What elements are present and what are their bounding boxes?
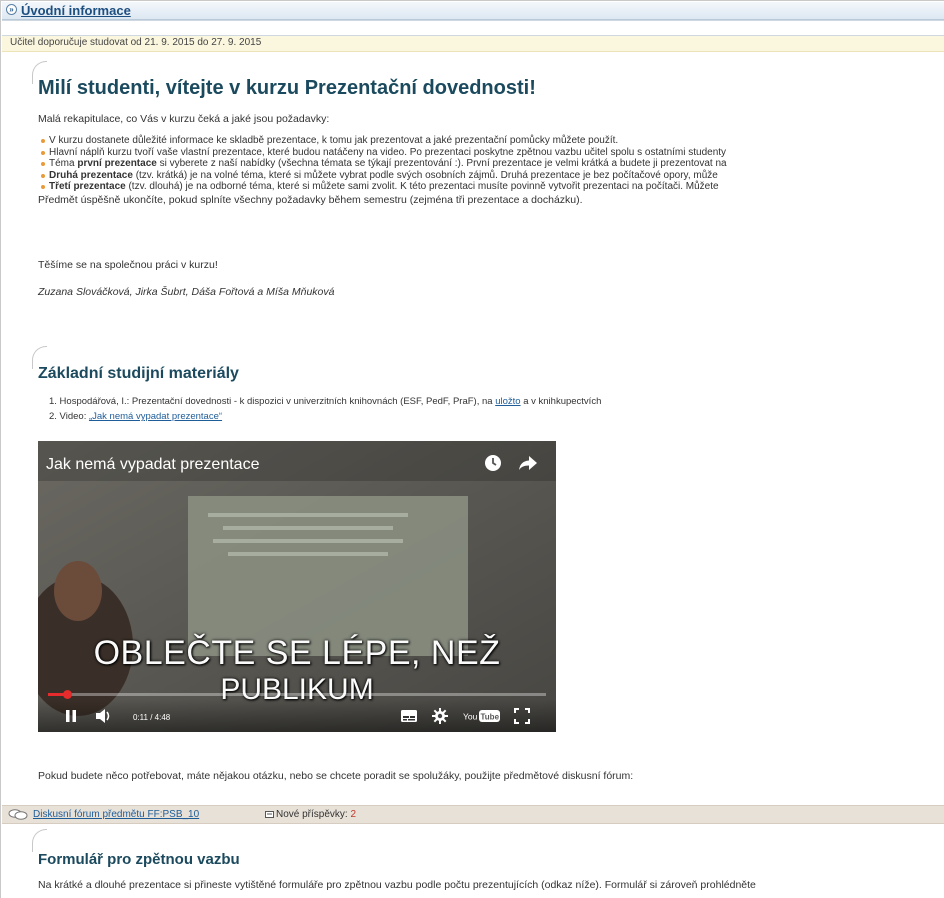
video-time: 0:11 / 4:48 <box>133 713 171 722</box>
signature-text: Zuzana Slováčková, Jirka Šubrt, Dáša Foř… <box>38 286 335 298</box>
youtube-logo[interactable]: You Tube <box>463 708 501 724</box>
new-posts-label: Nové příspěvky: 2 <box>276 809 357 820</box>
svg-text:Tube: Tube <box>481 712 500 721</box>
list-item: 2. Video: „Jak nemá vypadat prezentace“ <box>49 411 223 422</box>
forum-intro-text: Pokud budete něco potřebovat, máte nějak… <box>38 770 634 782</box>
video-caption-line1: OBLEČTE SE LÉPE, NEŽ <box>93 634 501 672</box>
video-player[interactable]: Jak nemá vypadat prezentace OBLEČTE SE L… <box>38 441 556 732</box>
list-item: 1. Hospodářová, I.: Prezentační dovednos… <box>49 396 602 407</box>
section-title-link[interactable]: Úvodní informace <box>21 3 131 18</box>
new-posts-count: 2 <box>350 809 357 820</box>
discussion-icon <box>8 809 28 820</box>
forum-link[interactable]: Diskusní fórum předmětu FF:PSB_10 <box>33 809 199 820</box>
settings-icon[interactable] <box>432 708 448 724</box>
feedback-heading: Formulář pro zpětnou vazbu <box>38 851 240 868</box>
video-link[interactable]: „Jak nemá vypadat prezentace“ <box>89 411 222 422</box>
video-controls: 0:11 / 4:48 You Tube <box>38 699 556 732</box>
svg-text:You: You <box>463 712 478 722</box>
section-decoration <box>32 829 47 852</box>
section-header: » Úvodní informace <box>2 2 944 20</box>
study-dates-bar: Učitel doporučuje studovat od 21. 9. 201… <box>2 36 944 52</box>
fullscreen-icon[interactable] <box>514 708 530 724</box>
intro-text: Malá rekapitulace, co Vás v kurzu čeká a… <box>38 113 330 125</box>
ulozto-link[interactable]: uložto <box>495 396 520 407</box>
clock-icon[interactable] <box>484 454 502 472</box>
list-item: Hlavní náplň kurzu tvoří vaše vlastní pr… <box>39 147 727 159</box>
list-item: V kurzu dostanete důležité informace ke … <box>39 135 727 147</box>
completion-text: Předmět úspěšně ukončíte, pokud splníte … <box>38 194 583 206</box>
volume-icon[interactable] <box>95 708 113 724</box>
double-chevron-icon[interactable]: » <box>6 4 17 15</box>
welcome-heading: Milí studenti, vítejte v kurzu Prezentač… <box>38 77 536 99</box>
list-item: Třetí prezentace (tzv. dlouhá) je na odb… <box>39 181 727 193</box>
page-frame: » Úvodní informace Učitel doporučuje stu… <box>0 0 944 898</box>
video-title[interactable]: Jak nemá vypadat prezentace <box>46 456 259 474</box>
requirements-list: V kurzu dostanete důležité informace ke … <box>39 135 727 193</box>
list-item: Druhá prezentace (tzv. krátká) je na vol… <box>39 170 727 182</box>
pause-icon[interactable] <box>64 709 78 723</box>
video-progress-bar[interactable] <box>48 690 546 699</box>
list-item: Téma první prezentace si vyberete z naší… <box>39 158 727 170</box>
forum-bar: Diskusní fórum předmětu FF:PSB_10 Nové p… <box>2 805 944 824</box>
materials-heading: Základní studijní materiály <box>38 365 239 382</box>
new-posts-icon <box>265 811 274 818</box>
captions-icon[interactable] <box>401 710 417 722</box>
closing-text: Těšíme se na společnou práci v kurzu! <box>38 259 218 271</box>
video-progress-handle[interactable] <box>62 690 72 699</box>
study-dates: Učitel doporučuje studovat od 21. 9. 201… <box>10 37 262 48</box>
share-icon[interactable] <box>518 454 538 472</box>
header-divider <box>2 20 944 21</box>
materials-list: 1. Hospodářová, I.: Prezentační dovednos… <box>49 394 601 424</box>
feedback-text: Na krátké a dlouhé prezentace si přinest… <box>38 879 756 891</box>
